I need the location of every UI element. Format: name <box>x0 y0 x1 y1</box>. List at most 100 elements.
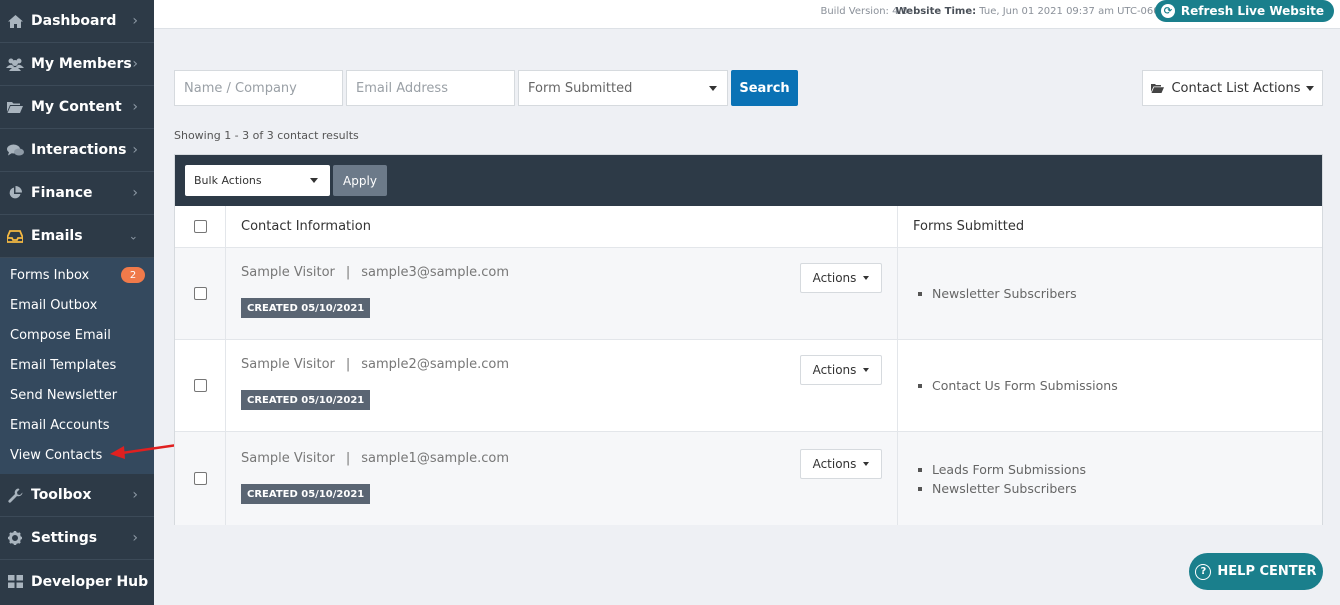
wrench-icon <box>6 486 24 504</box>
chevron-right-icon: › <box>132 530 138 546</box>
search-button[interactable]: Search <box>731 70 798 106</box>
bulk-actions-select[interactable]: Bulk Actions <box>185 165 330 196</box>
sub-view-contacts-label: View Contacts <box>10 447 103 463</box>
row-checkbox[interactable] <box>193 287 207 300</box>
folder-icon <box>6 98 24 116</box>
contact-name: Sample Visitor <box>241 357 335 372</box>
refresh-label: Refresh Live Website <box>1180 4 1324 18</box>
row-actions-label: Actions <box>812 457 857 471</box>
inbox-icon <box>6 227 24 245</box>
row-actions-label: Actions <box>812 363 857 377</box>
contact-list-actions-button[interactable]: Contact List Actions <box>1142 70 1323 106</box>
forms-inbox-badge: 2 <box>121 267 145 283</box>
chevron-right-icon: › <box>132 56 138 72</box>
nav-settings-label: Settings <box>31 530 98 546</box>
list-item: Contact Us Form Submissions <box>918 376 1118 395</box>
row-actions-label: Actions <box>812 271 857 285</box>
list-item: Newsletter Subscribers <box>918 284 1077 303</box>
nav-my-content[interactable]: My Content › <box>0 86 154 129</box>
gear-icon <box>6 529 24 547</box>
contacts-table: Bulk Actions Apply Contact Information F… <box>174 154 1323 525</box>
email-address-input[interactable]: Email Address <box>346 70 515 106</box>
chevron-right-icon: › <box>132 185 138 201</box>
row-actions-button[interactable]: Actions <box>800 263 882 293</box>
caret-down-icon <box>863 462 870 466</box>
contact-name: Sample Visitor <box>241 265 335 280</box>
contact-cell: Sample Visitor | sample2@sample.com CREATE… <box>226 340 898 431</box>
separator: | <box>345 451 351 466</box>
list-item: Newsletter Subscribers <box>918 479 1086 498</box>
caret-down-icon <box>709 86 717 91</box>
grid-icon <box>6 573 24 591</box>
website-time: Website Time: Tue, Jun 01 2021 09:37 am … <box>896 6 1166 17</box>
sub-email-templates-label: Email Templates <box>10 357 117 373</box>
caret-down-icon <box>863 276 870 280</box>
nav-developer-hub[interactable]: Developer Hub <box>0 560 154 603</box>
refresh-live-website-button[interactable]: ⟳ Refresh Live Website <box>1154 0 1334 22</box>
sub-forms-inbox[interactable]: Forms Inbox 2 <box>0 260 154 290</box>
forms-cell: Contact Us Form Submissions <box>898 340 1322 431</box>
separator: | <box>345 265 351 280</box>
sub-email-templates[interactable]: Email Templates <box>0 350 154 380</box>
home-icon <box>6 12 24 30</box>
contact-line: Sample Visitor | sample3@sample.com <box>241 265 509 280</box>
chevron-down-icon: ⌄ <box>128 229 138 243</box>
created-badge: CREATED 05/10/2021 <box>241 390 371 410</box>
nav-interactions[interactable]: Interactions › <box>0 129 154 172</box>
comments-icon <box>6 141 24 159</box>
sub-send-newsletter[interactable]: Send Newsletter <box>0 380 154 410</box>
sub-compose-email[interactable]: Compose Email <box>0 320 154 350</box>
form-submitted-select[interactable]: Form Submitted <box>518 70 728 106</box>
forms-cell: Leads Form Submissions Newsletter Subscr… <box>898 432 1322 525</box>
sub-send-newsletter-label: Send Newsletter <box>10 387 118 403</box>
forms-list: Contact Us Form Submissions <box>918 376 1118 395</box>
nav-interactions-label: Interactions <box>31 142 127 158</box>
nav-dashboard[interactable]: Dashboard › <box>0 0 154 43</box>
row-checkbox[interactable] <box>193 379 207 392</box>
header-contact-cell: Contact Information <box>226 206 898 247</box>
contact-list-actions-label: Contact List Actions <box>1171 80 1301 96</box>
caret-down-icon <box>863 368 870 372</box>
bulk-actions-bar: Bulk Actions Apply <box>175 155 1322 206</box>
refresh-icon: ⟳ <box>1160 4 1175 18</box>
header-contact-information: Contact Information <box>241 219 371 234</box>
sub-email-outbox[interactable]: Email Outbox <box>0 290 154 320</box>
email-address-placeholder: Email Address <box>356 80 448 96</box>
nav-settings[interactable]: Settings › <box>0 517 154 560</box>
header-forms-cell: Forms Submitted <box>898 206 1322 247</box>
results-count: Showing 1 - 3 of 3 contact results <box>174 129 359 142</box>
chevron-right-icon: › <box>132 142 138 158</box>
nav-my-members[interactable]: My Members › <box>0 43 154 86</box>
table-header: Contact Information Forms Submitted <box>175 206 1322 248</box>
nav-emails[interactable]: Emails ⌄ <box>0 215 154 258</box>
caret-down-icon <box>310 178 318 183</box>
sub-email-accounts-label: Email Accounts <box>10 417 110 433</box>
apply-label: Apply <box>343 173 377 188</box>
nav-developer-hub-label: Developer Hub <box>31 573 149 590</box>
select-all-checkbox[interactable] <box>193 220 207 233</box>
nav-toolbox[interactable]: Toolbox › <box>0 474 154 517</box>
nav-finance-label: Finance <box>31 185 93 201</box>
row-actions-button[interactable]: Actions <box>800 449 882 479</box>
question-icon: ? <box>1195 563 1212 580</box>
forms-list: Leads Form Submissions Newsletter Subscr… <box>918 460 1086 498</box>
caret-down-icon <box>1305 85 1314 91</box>
separator: | <box>345 357 351 372</box>
sub-forms-inbox-label: Forms Inbox <box>10 267 90 283</box>
contact-name: Sample Visitor <box>241 451 335 466</box>
help-center-button[interactable]: ? HELP CENTER <box>1189 553 1323 590</box>
table-row: Sample Visitor | sample2@sample.com CREATE… <box>175 340 1322 432</box>
forms-cell: Newsletter Subscribers <box>898 248 1322 339</box>
form-submitted-value: Form Submitted <box>528 80 633 96</box>
nav-finance[interactable]: Finance › <box>0 172 154 215</box>
contact-email: sample3@sample.com <box>361 265 509 280</box>
chevron-right-icon: › <box>132 487 138 503</box>
help-center-label: HELP CENTER <box>1217 564 1317 579</box>
row-checkbox-cell <box>175 432 226 525</box>
search-label: Search <box>739 80 790 96</box>
row-actions-button[interactable]: Actions <box>800 355 882 385</box>
row-checkbox[interactable] <box>193 472 207 485</box>
name-company-input[interactable]: Name / Company <box>174 70 343 106</box>
apply-button[interactable]: Apply <box>333 165 387 196</box>
contact-email: sample2@sample.com <box>361 357 509 372</box>
